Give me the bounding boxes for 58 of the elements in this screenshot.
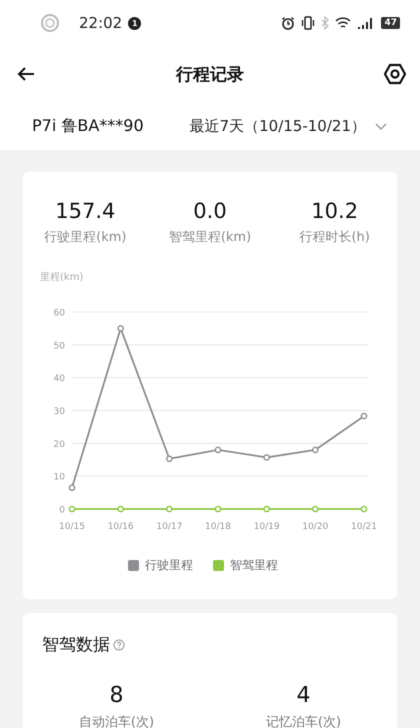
stat-label: 记忆泊车(次) bbox=[266, 714, 342, 728]
axis-tick-label: 10 bbox=[54, 472, 65, 483]
data-point bbox=[263, 506, 270, 512]
axis-tick-label: 10/19 bbox=[254, 522, 280, 532]
legend-label: 行驶里程 bbox=[145, 557, 193, 574]
data-point bbox=[214, 506, 222, 512]
axis-tick-label: 10/20 bbox=[302, 522, 328, 532]
stat-value: 8 bbox=[110, 682, 124, 710]
hexagon-settings-icon[interactable] bbox=[384, 63, 406, 85]
stat-label: 行驶里程(km) bbox=[44, 229, 126, 246]
data-point bbox=[117, 506, 124, 512]
stat-label: 自动泊车(次) bbox=[78, 714, 154, 728]
stat-value: 0.0 bbox=[193, 198, 227, 224]
axis-tick-label: 10/16 bbox=[108, 522, 134, 532]
battery-level: 47 bbox=[381, 17, 400, 29]
chevron-down-icon bbox=[374, 121, 388, 131]
data-point bbox=[68, 506, 76, 512]
data-point bbox=[166, 455, 173, 462]
data-point bbox=[360, 506, 368, 512]
stat-value: 10.2 bbox=[311, 198, 358, 224]
axis-tick-label: 50 bbox=[54, 341, 65, 352]
axis-tick-label: 40 bbox=[54, 374, 65, 384]
stat-label: 行程时长(h) bbox=[299, 229, 370, 246]
data-point bbox=[166, 506, 173, 512]
axis-tick-label: 10/21 bbox=[351, 522, 377, 532]
axis-tick-label: 10/15 bbox=[59, 522, 85, 532]
vehicle-name[interactable]: P7i 鲁BA***90 bbox=[32, 116, 144, 136]
bluetooth-icon bbox=[321, 16, 330, 30]
alarm-icon bbox=[281, 16, 296, 30]
section-title: 智驾数据 bbox=[42, 634, 110, 656]
legend-swatch-icon bbox=[213, 560, 224, 571]
clock-time: 22:02 bbox=[79, 14, 122, 32]
data-point bbox=[214, 446, 222, 454]
axis-tick-label: 10/17 bbox=[156, 522, 182, 532]
data-point bbox=[117, 325, 124, 332]
axis-title: 里程(km) bbox=[40, 272, 84, 283]
data-point bbox=[312, 446, 319, 454]
data-point bbox=[68, 484, 76, 491]
axis-tick-label: 0 bbox=[59, 506, 65, 516]
help-icon[interactable] bbox=[113, 638, 125, 650]
notification-count: 1 bbox=[128, 16, 142, 30]
wifi-icon bbox=[335, 16, 352, 30]
page-title: 行程记录 bbox=[176, 64, 244, 86]
stat-value: 157.4 bbox=[55, 198, 116, 224]
date-range-selector[interactable]: 最近7天（10/15-10/21） bbox=[190, 116, 388, 136]
vibrate-icon bbox=[301, 16, 316, 30]
status-circle-icon bbox=[41, 14, 59, 32]
data-point bbox=[312, 506, 319, 512]
axis-tick-label: 20 bbox=[54, 440, 65, 450]
stat-label: 智驾里程(km) bbox=[168, 229, 252, 246]
data-point bbox=[360, 412, 368, 420]
axis-tick-label: 30 bbox=[54, 407, 65, 417]
legend-swatch-icon bbox=[128, 560, 139, 571]
data-point bbox=[263, 454, 270, 461]
axis-tick-label: 60 bbox=[54, 308, 65, 318]
stat-value: 4 bbox=[296, 682, 310, 710]
legend-label: 智驾里程 bbox=[230, 557, 278, 574]
axis-tick-label: 10/18 bbox=[205, 522, 231, 532]
